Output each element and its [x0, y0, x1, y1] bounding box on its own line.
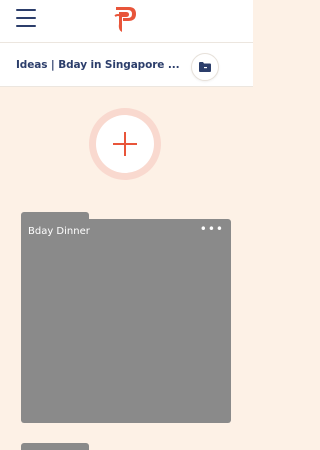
- add-idea-button[interactable]: [89, 108, 161, 180]
- folder-card-title: Bday Dinner: [28, 226, 90, 237]
- p-logo-icon[interactable]: [112, 4, 138, 34]
- top-bar: [0, 0, 253, 42]
- add-idea-button-inner: [96, 115, 154, 173]
- folder-icon: [199, 62, 211, 72]
- breadcrumb[interactable]: Ideas | Bday in Singapore ...: [16, 59, 180, 71]
- folder-card[interactable]: Bday Dinner •••: [21, 219, 231, 423]
- hamburger-icon[interactable]: [16, 9, 36, 27]
- folder-button[interactable]: [191, 53, 219, 81]
- more-dots-icon[interactable]: •••: [200, 222, 224, 236]
- folder-card-next-tab[interactable]: [21, 443, 89, 450]
- plus-icon: [113, 132, 137, 156]
